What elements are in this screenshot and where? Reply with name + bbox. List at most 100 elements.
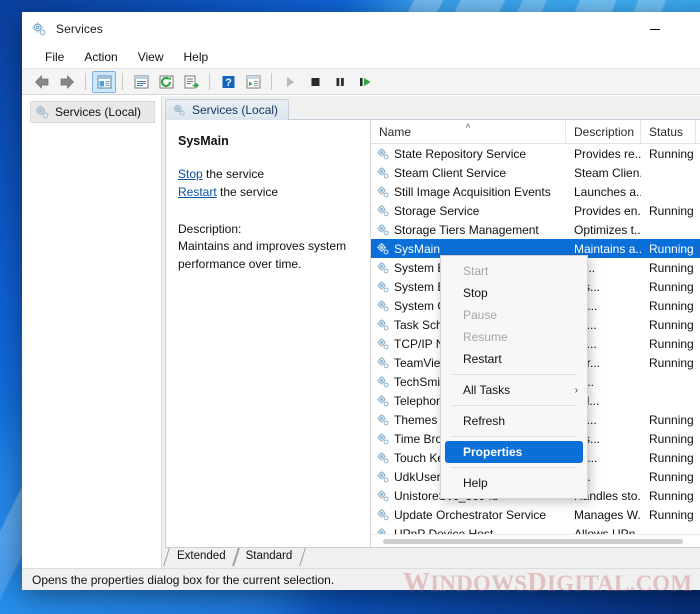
start-service-icon[interactable] [278, 71, 302, 93]
restart-service-link[interactable]: Restart [178, 185, 217, 199]
table-row[interactable]: Update Orchestrator Service Manages W... R… [371, 505, 700, 524]
table-row[interactable]: Storage Service Provides en... RunningAu [371, 201, 700, 220]
detail-description-label: Description: [178, 221, 242, 236]
toolbar-separator [271, 73, 272, 90]
show-hide-console-tree-icon[interactable] [92, 70, 116, 93]
cell-status: Running [649, 431, 694, 446]
cell-startup-type: Au [696, 299, 700, 313]
stop-service-icon[interactable] [303, 71, 327, 93]
cell-name: SysMain [371, 242, 566, 256]
cell-description: Allows UPn... [574, 526, 641, 535]
cell-name: Storage Service [371, 204, 566, 218]
cell-startup-type: Ma [696, 451, 700, 465]
cell-description: Launches a... [574, 184, 641, 199]
toolbar-separator [85, 73, 86, 90]
cell-status: Running [649, 488, 694, 503]
pause-service-icon[interactable] [328, 71, 352, 93]
service-name-label: Themes [394, 412, 438, 427]
title-bar[interactable]: Services [22, 12, 700, 46]
context-menu-pause: Pause [441, 304, 587, 326]
services-gear-icon [376, 204, 390, 218]
cell-startup-type: Ma [696, 223, 700, 237]
cell-name: Update Orchestrator Service [371, 508, 566, 522]
tree-item-label: Services (Local) [55, 105, 142, 119]
scrollbar-thumb[interactable] [383, 538, 683, 544]
cell-status: Running [649, 355, 694, 370]
column-status[interactable]: Status [641, 120, 696, 143]
cell-startup-type: Ma [696, 527, 700, 535]
context-menu-item-label: All Tasks [463, 383, 511, 397]
column-name[interactable]: ˄ Name [371, 120, 566, 143]
cell-status: Running [649, 317, 694, 332]
cell-startup-type: Ma [696, 166, 700, 180]
context-menu-stop[interactable]: Stop [441, 282, 587, 304]
cell-status: Running [649, 260, 694, 275]
cell-status: Running [649, 450, 694, 465]
context-menu-properties[interactable]: Properties [445, 441, 583, 463]
menu-action[interactable]: Action [75, 48, 126, 66]
column-description[interactable]: Description [566, 120, 641, 143]
menu-help[interactable]: Help [175, 48, 218, 66]
stop-service-link[interactable]: Stop [178, 167, 203, 181]
services-gear-icon [376, 299, 390, 313]
tab-edge [163, 548, 178, 566]
context-menu-item-label: Refresh [463, 414, 506, 428]
cell-status: Running [649, 298, 694, 313]
context-menu-item-label: Stop [463, 286, 488, 300]
properties-icon[interactable] [129, 71, 153, 93]
cell-startup-type: Au [696, 280, 700, 294]
context-menu-help[interactable]: Help [441, 472, 587, 494]
table-row[interactable]: State Repository Service Provides re... Ru… [371, 144, 700, 163]
table-row[interactable]: UPnP Device Host Allows UPn... Ma [371, 524, 700, 534]
services-gear-icon [376, 527, 390, 534]
tree-item-services-local[interactable]: Services (Local) [30, 101, 155, 123]
service-name-label: UPnP Device Host [394, 526, 494, 535]
maximize-button[interactable] [677, 12, 700, 46]
console-tree-pane: Services (Local) [22, 96, 162, 568]
cell-startup-type: Au [696, 318, 700, 332]
context-menu-refresh[interactable]: Refresh [441, 410, 587, 432]
cell-startup-type: Au [696, 413, 700, 427]
sort-ascending-icon: ˄ [465, 121, 471, 131]
cell-startup-type: Au [696, 508, 700, 522]
cell-name: Storage Tiers Management [371, 223, 566, 237]
toolbar-separator [122, 73, 123, 90]
results-pane: Services (Local) SysMain Stop the servic… [162, 96, 700, 568]
context-menu-restart[interactable]: Restart [441, 348, 587, 370]
refresh-icon[interactable] [154, 71, 178, 93]
forward-icon[interactable] [55, 71, 79, 93]
horizontal-scrollbar[interactable] [371, 534, 700, 547]
cell-status: Running [649, 279, 694, 294]
services-gear-icon [376, 223, 390, 237]
pane-header-tab[interactable]: Services (Local) [165, 99, 290, 120]
minimize-button[interactable] [632, 12, 677, 46]
table-row[interactable]: Steam Client Service Steam Clien... Ma [371, 163, 700, 182]
cell-startup-type: Ma [696, 470, 700, 484]
table-row[interactable]: Storage Tiers Management Optimizes t... Ma [371, 220, 700, 239]
services-gear-icon [376, 432, 390, 446]
submenu-arrow-icon: › [574, 384, 578, 396]
column-startup-type[interactable]: Sta [696, 120, 700, 143]
cell-description: Provides re... [574, 146, 641, 161]
svg-text:?: ? [225, 77, 232, 89]
services-gear-icon [376, 375, 390, 389]
detail-action-links: Stop the service Restart the service [178, 166, 360, 201]
services-window: Services File Action View Help ? Service… [22, 12, 700, 590]
show-hide-action-pane-icon[interactable] [241, 71, 265, 93]
tab-extended[interactable]: Extended [163, 548, 240, 566]
tab-standard[interactable]: Standard [231, 548, 307, 566]
export-list-icon[interactable] [179, 71, 203, 93]
services-gear-icon [376, 394, 390, 408]
context-menu-item-label: Start [463, 264, 489, 278]
help-icon[interactable]: ? [216, 71, 240, 93]
column-header-label: Description [574, 124, 635, 139]
restart-service-icon[interactable] [353, 71, 377, 93]
services-gear-icon [376, 451, 390, 465]
menu-view[interactable]: View [129, 48, 173, 66]
table-row[interactable]: Still Image Acquisition Events Launches a… [371, 182, 700, 201]
context-menu-all-tasks[interactable]: All Tasks › [441, 379, 587, 401]
window-title: Services [56, 22, 103, 36]
back-icon[interactable] [30, 71, 54, 93]
menu-file[interactable]: File [36, 48, 73, 66]
context-menu-separator [451, 405, 577, 406]
